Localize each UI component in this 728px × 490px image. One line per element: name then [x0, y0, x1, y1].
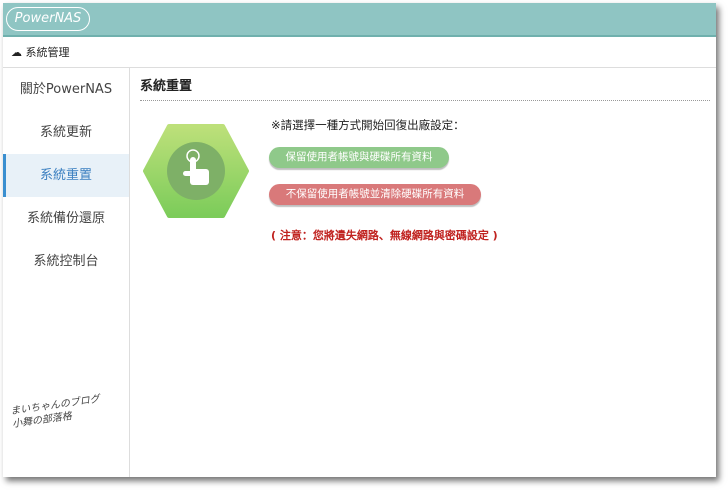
breadcrumb: ☁ 系統管理: [3, 37, 716, 68]
sidebar-item-update[interactable]: 系統更新: [3, 111, 129, 154]
window: PowerNAS ☁ 系統管理 關於PowerNAS 系統更新 系統重置 系統備…: [3, 3, 716, 477]
powernas-logo[interactable]: PowerNAS: [6, 7, 90, 31]
cloud-icon: ☁: [11, 46, 22, 59]
reset-hexagon-icon: [143, 124, 249, 218]
sidebar-item-about[interactable]: 關於PowerNAS: [3, 68, 129, 111]
reset-prompt: ※請選擇一種方式開始回復出廠設定：: [271, 118, 465, 132]
sidebar-item-backup[interactable]: 系統備份還原: [3, 197, 129, 240]
page-title: 系統重置: [140, 76, 710, 101]
header-bar: PowerNAS: [3, 3, 716, 37]
keep-data-reset-button[interactable]: 保留使用者帳號與硬碟所有資料: [269, 147, 449, 168]
breadcrumb-label: 系統管理: [25, 46, 70, 59]
sidebar-item-reset[interactable]: 系統重置: [3, 154, 129, 197]
wipe-data-reset-button[interactable]: 不保留使用者帳號並清除硬碟所有資料: [269, 184, 481, 205]
sidebar-item-console[interactable]: 系統控制台: [3, 240, 129, 283]
warning-note: ( 注意：您將遺失網路、無線網路與密碼設定 ): [271, 229, 498, 242]
